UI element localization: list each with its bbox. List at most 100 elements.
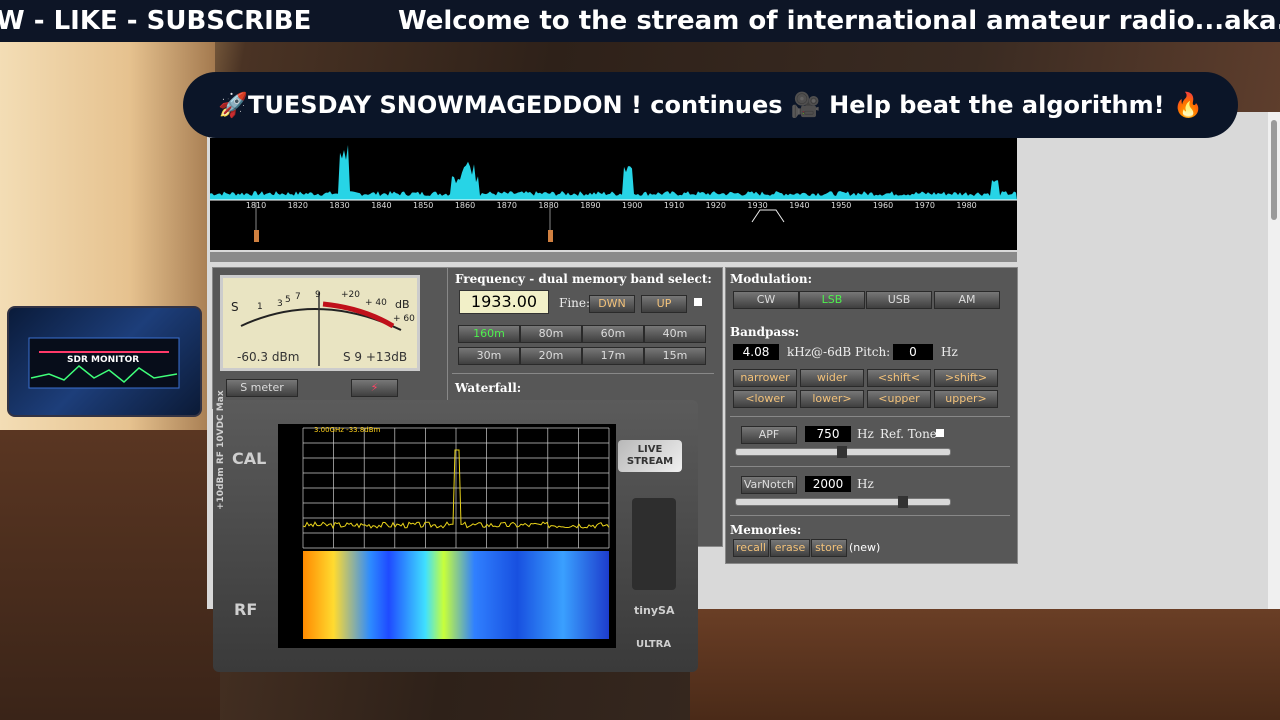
varnotch-slider-knob[interactable] (898, 496, 908, 508)
bandpass-input[interactable]: 4.08 (733, 344, 779, 360)
fine-down-button[interactable]: DWN (589, 295, 635, 313)
bp-shift-left-button[interactable]: <shift< (867, 369, 931, 387)
live-line2: STREAM (626, 456, 674, 467)
memory-erase-button[interactable]: erase (770, 539, 810, 557)
band-160m[interactable]: 160m (458, 325, 520, 343)
spectrum-freq-label: 1970 (915, 201, 935, 210)
varnotch-input[interactable]: 2000 (805, 476, 851, 492)
spectrum-freq-label: 1820 (288, 201, 308, 210)
smeter-scale-3: 3 (277, 299, 283, 309)
band-17m[interactable]: 17m (582, 347, 644, 365)
memory-recall-button[interactable]: recall (733, 539, 769, 557)
band-20m[interactable]: 20m (520, 347, 582, 365)
smeter-s-reading: S 9 +13dB (343, 350, 408, 364)
live-line1: LIVE (637, 444, 663, 455)
spectrum-freq-label: 1850 (413, 201, 433, 210)
ref-tone-label: Ref. Tone (880, 427, 937, 441)
smeter-scale-s: S (231, 300, 239, 314)
bandpass-unit: kHz@-6dB (787, 345, 852, 359)
sdr-monitor-title: SDR MONITOR (67, 355, 140, 365)
spectrum-freq-label: 1900 (622, 201, 642, 210)
smeter-scale-7: 7 (295, 292, 301, 302)
mod-separator-3 (730, 515, 1010, 516)
band-30m[interactable]: 30m (458, 347, 520, 365)
spectrum-freq-label: 1830 (329, 201, 349, 210)
band-15m[interactable]: 15m (644, 347, 706, 365)
spectrum-freq-label: 1930 (747, 201, 767, 210)
bandpass-title: Bandpass: (730, 325, 800, 339)
band-60m[interactable]: 60m (582, 325, 644, 343)
spectrum-freq-label: 1940 (789, 201, 809, 210)
background-shelf (0, 430, 220, 720)
apf-button[interactable]: APF (741, 426, 797, 444)
pitch-input[interactable]: 0 (893, 344, 933, 360)
varnotch-unit: Hz (857, 477, 874, 491)
spectrum-freq-label: 1870 (497, 201, 517, 210)
varnotch-slider[interactable] (735, 498, 951, 506)
lightning-icon[interactable]: ⚡ (351, 379, 398, 397)
smeter-scale-9: 9 (315, 290, 321, 300)
spectrum-display[interactable]: 1810 1820 1830 1840 1850 1860 1870 1880 1890 1900… (210, 138, 1017, 250)
pitch-unit: Hz (941, 345, 958, 359)
bp-shift-right-button[interactable]: >shift> (934, 369, 998, 387)
bp-lower-left-button[interactable]: <lower (733, 390, 797, 408)
tinysa-brand: tinySA (634, 604, 675, 617)
spectrum-freq-label: 1960 (873, 201, 893, 210)
tinysa-rf-label: RF (234, 600, 258, 619)
apf-input[interactable]: 750 (805, 426, 851, 442)
tinysa-cal-label: CAL (232, 449, 267, 468)
apf-unit: Hz (857, 427, 874, 441)
modulation-title: Modulation: (730, 272, 812, 286)
apf-slider-knob[interactable] (837, 446, 847, 458)
mode-cw[interactable]: CW (733, 291, 799, 309)
spectrum-trace (210, 145, 1017, 200)
spectrum-svg: 1810 1820 1830 1840 1850 1860 1870 1880 1890 1900… (210, 145, 1017, 242)
spectrum-freq-label: 1980 (956, 201, 976, 210)
spectrum-freq-label: 1920 (706, 201, 726, 210)
band-80m[interactable]: 80m (520, 325, 582, 343)
smeter-scale-20: +20 (341, 290, 360, 300)
spectrum-freq-label: 1910 (664, 201, 684, 210)
band-40m[interactable]: 40m (644, 325, 706, 343)
ref-tone-checkbox[interactable] (936, 429, 944, 437)
smeter-scale-db: dB (395, 298, 410, 311)
scrollbar-thumb[interactable] (1271, 120, 1277, 220)
ticker-left-text: W - LIKE - SUBSCRIBE (0, 6, 312, 36)
spectrum-divider (210, 252, 1017, 262)
tinysa-grille (632, 498, 676, 590)
fine-checkbox[interactable] (694, 298, 702, 306)
fine-up-button[interactable]: UP (641, 295, 687, 313)
spectrum-freq-label: 1880 (538, 201, 558, 210)
s-meter-button[interactable]: S meter (226, 379, 298, 397)
bp-lower-right-button[interactable]: lower> (800, 390, 864, 408)
spectrum-marker (548, 230, 553, 242)
bp-upper-left-button[interactable]: <upper (867, 390, 931, 408)
ticker-bar: W - LIKE - SUBSCRIBE Welcome to the stre… (0, 0, 1280, 42)
smeter-scale-1: 1 (257, 302, 263, 312)
tinysa-model: ULTRA (636, 639, 672, 650)
vertical-scrollbar[interactable] (1268, 112, 1280, 609)
mode-usb[interactable]: USB (866, 291, 932, 309)
spectrum-marker (254, 230, 259, 242)
varnotch-button[interactable]: VarNotch (741, 476, 797, 494)
bp-upper-right-button[interactable]: upper> (934, 390, 998, 408)
bp-narrower-button[interactable]: narrower (733, 369, 797, 387)
live-stream-badge: LIVE STREAM (618, 440, 682, 472)
tinysa-header: 3.00GHz -33.8dBm (314, 426, 381, 434)
memory-store-button[interactable]: store (811, 539, 847, 557)
freq-separator (452, 373, 714, 374)
passband-indicator (751, 209, 785, 223)
spectrum-freq-label: 1860 (455, 201, 475, 210)
pitch-label: Pitch: (855, 345, 891, 359)
bp-wider-button[interactable]: wider (800, 369, 864, 387)
mode-am[interactable]: AM (934, 291, 1000, 309)
tinysa-screen: 3.00GHz -33.8dBm (278, 424, 616, 648)
frequency-input[interactable]: 1933.00 (459, 290, 549, 314)
tinysa-waterfall (303, 551, 609, 639)
frequency-title: Frequency - dual memory band select: (455, 272, 712, 286)
memory-status: (new) (849, 541, 881, 554)
mode-lsb[interactable]: LSB (799, 291, 865, 309)
spectrum-freq-label: 1950 (831, 201, 851, 210)
mod-separator-2 (730, 466, 1010, 467)
stream-banner: 🚀TUESDAY SNOWMAGEDDON ! continues 🎥 Help… (183, 72, 1238, 138)
